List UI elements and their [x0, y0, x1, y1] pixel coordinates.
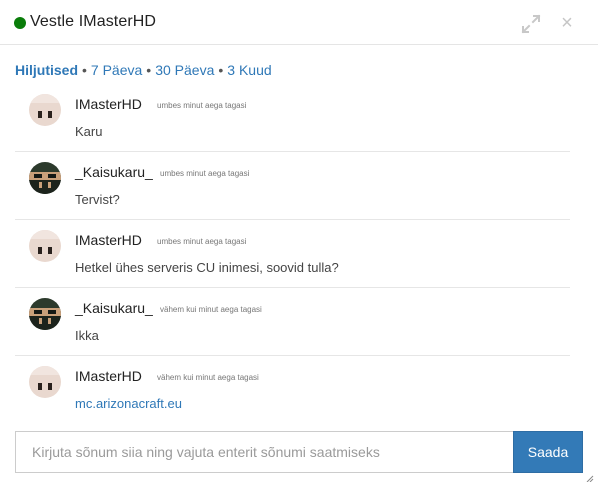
- filter-7-days[interactable]: 7 Päeva: [91, 62, 142, 78]
- message-author[interactable]: _Kaisukaru_: [75, 300, 153, 316]
- message-author[interactable]: _Kaisukaru_: [75, 164, 153, 180]
- message-item: _Kaisukaru_ vähem kui minut aega tagasi …: [15, 288, 570, 356]
- message-item: _Kaisukaru_ umbes minut aega tagasi Terv…: [15, 152, 570, 220]
- message-list: IMasterHD umbes minut aega tagasi Karu _…: [15, 84, 570, 424]
- filter-30-days[interactable]: 30 Päeva: [155, 62, 214, 78]
- message-timestamp: umbes minut aega tagasi: [157, 237, 247, 246]
- resize-grip-icon[interactable]: [586, 470, 594, 482]
- message-item: IMasterHD umbes minut aega tagasi Karu: [15, 84, 570, 152]
- filter-separator: •: [146, 62, 152, 78]
- message-input[interactable]: [15, 431, 514, 473]
- message-timestamp: umbes minut aega tagasi: [157, 101, 247, 110]
- time-filter-bar: Hiljutised • 7 Päeva • 30 Päeva • 3 Kuud: [15, 62, 272, 78]
- message-text: Ikka: [75, 328, 99, 343]
- message-timestamp: umbes minut aega tagasi: [160, 169, 250, 178]
- online-status-dot: [14, 17, 26, 29]
- message-text: Hetkel ühes serveris CU inimesi, soovid …: [75, 260, 339, 275]
- avatar-icon: [29, 94, 61, 126]
- filter-recent[interactable]: Hiljutised: [15, 62, 78, 78]
- message-item: IMasterHD vähem kui minut aega tagasi mc…: [15, 356, 570, 424]
- filter-3-months[interactable]: 3 Kuud: [227, 62, 271, 78]
- message-item: IMasterHD umbes minut aega tagasi Hetkel…: [15, 220, 570, 288]
- avatar-icon: [29, 230, 61, 262]
- chat-header: Vestle IMasterHD ×: [0, 0, 598, 45]
- expand-icon[interactable]: [520, 13, 542, 35]
- close-icon[interactable]: ×: [559, 13, 575, 33]
- avatar-icon: [29, 366, 61, 398]
- message-composer: Saada: [15, 431, 583, 473]
- message-author[interactable]: IMasterHD: [75, 368, 142, 384]
- message-author[interactable]: IMasterHD: [75, 232, 142, 248]
- filter-separator: •: [82, 62, 87, 78]
- avatar-icon: [29, 162, 61, 194]
- send-button[interactable]: Saada: [513, 431, 583, 473]
- message-author[interactable]: IMasterHD: [75, 96, 142, 112]
- message-timestamp: vähem kui minut aega tagasi: [160, 305, 262, 314]
- message-timestamp: vähem kui minut aega tagasi: [157, 373, 259, 382]
- filter-separator: •: [218, 62, 224, 78]
- message-text: Tervist?: [75, 192, 120, 207]
- avatar-icon: [29, 298, 61, 330]
- message-text: Karu: [75, 124, 103, 139]
- message-link[interactable]: mc.arizonacraft.eu: [75, 396, 182, 411]
- chat-title: Vestle IMasterHD: [30, 13, 157, 30]
